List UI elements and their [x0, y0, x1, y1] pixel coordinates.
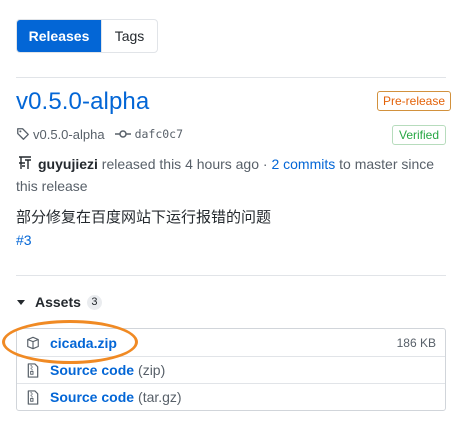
source-code-targz-link[interactable]: Source code (tar.gz) — [50, 389, 182, 405]
release-title-link[interactable]: v0.5.0-alpha — [16, 88, 149, 116]
tab-releases[interactable]: Releases — [17, 20, 101, 52]
asset-format: (zip) — [138, 362, 166, 378]
asset-format: (tar.gz) — [138, 389, 182, 405]
released-text: released this 4 hours ago · — [97, 156, 272, 172]
author-link[interactable]: guyujiezi — [38, 156, 98, 172]
package-icon — [25, 335, 41, 351]
assets-count-badge: 3 — [86, 294, 102, 310]
asset-name-text: Source code — [50, 389, 135, 405]
tag-link[interactable]: v0.5.0-alpha — [33, 127, 105, 142]
prerelease-badge: Pre-release — [377, 91, 452, 111]
file-zip-icon — [25, 389, 41, 405]
asset-list: cicada.zip 186 KB Source code (zip) Sourc… — [16, 328, 446, 411]
caret-down-icon — [17, 299, 25, 305]
verified-badge[interactable]: Verified — [392, 125, 447, 145]
divider — [16, 275, 446, 276]
asset-download-link[interactable]: cicada.zip — [50, 335, 117, 351]
release-author-line: guyujiezi released this 4 hours ago · 2 … — [16, 153, 436, 197]
commits-link[interactable]: 2 commits — [271, 156, 335, 172]
divider — [16, 77, 446, 78]
commit-sha-link[interactable]: dafc0c7 — [135, 127, 183, 141]
asset-row: cicada.zip 186 KB — [17, 329, 445, 356]
git-commit-icon — [114, 127, 131, 141]
release-tabs: Releases Tags — [16, 19, 158, 53]
avatar[interactable] — [16, 154, 34, 172]
tag-icon — [16, 127, 30, 141]
asset-row: Source code (tar.gz) — [17, 383, 445, 410]
issue-link[interactable]: #3 — [16, 232, 32, 248]
asset-name-text: Source code — [50, 362, 135, 378]
file-zip-icon — [25, 362, 41, 378]
source-code-zip-link[interactable]: Source code (zip) — [50, 362, 165, 378]
asset-row: Source code (zip) — [17, 356, 445, 383]
release-meta: v0.5.0-alpha dafc0c7 — [16, 125, 183, 143]
assets-label: Assets — [35, 294, 81, 310]
tab-tags[interactable]: Tags — [101, 20, 157, 52]
asset-size: 186 KB — [396, 335, 436, 350]
assets-toggle[interactable]: Assets 3 — [17, 294, 102, 310]
release-description: 部分修复在百度网站下运行报错的问题 — [16, 208, 272, 226]
